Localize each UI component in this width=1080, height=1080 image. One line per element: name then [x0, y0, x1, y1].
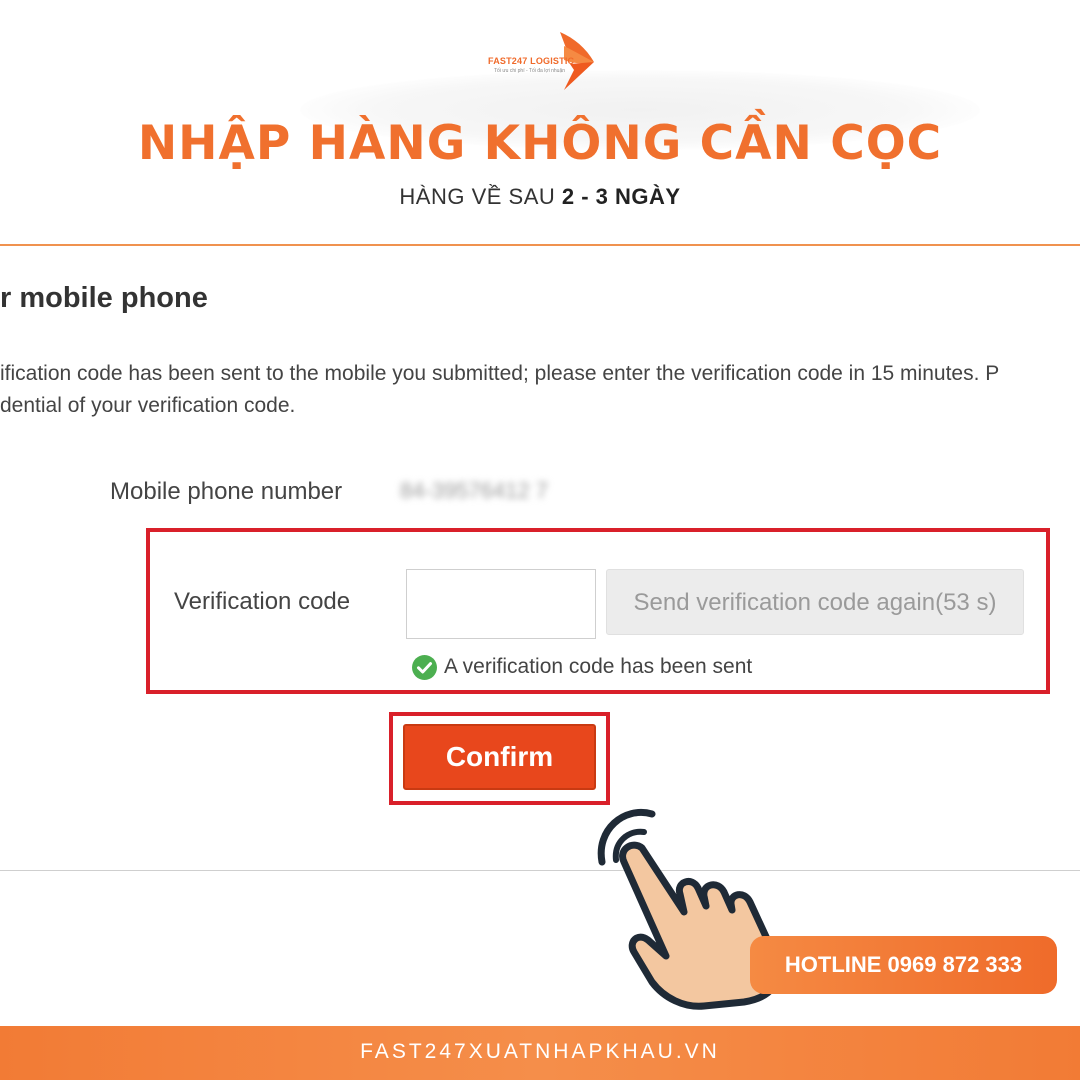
instruction-line-1: ification code has been sent to the mobi… [0, 362, 1000, 385]
confirm-highlight-box: Confirm [389, 712, 610, 805]
check-circle-icon [412, 654, 437, 680]
phone-number-value: 84-39576412 7 [400, 478, 549, 503]
verification-panel: r mobile phone ification code has been s… [0, 244, 1080, 1026]
header-banner: FAST247 LOGISTIC Tối ưu chi phí - Tối đa… [0, 0, 1080, 245]
instruction-line-2: dential of your verification code. [0, 394, 296, 417]
subline-prefix: HÀNG VỀ SAU [399, 184, 562, 209]
code-sent-text: A verification code has been sent [444, 655, 753, 678]
logo-text: FAST247 LOGISTIC [488, 56, 575, 66]
verification-code-label: Verification code [174, 588, 351, 615]
panel-divider [0, 870, 1080, 871]
hotline-badge[interactable]: HOTLINE 0969 872 333 [750, 936, 1057, 994]
resend-code-button[interactable]: Send verification code again(53 s) [606, 569, 1024, 635]
page-title: r mobile phone [0, 282, 208, 314]
confirm-button[interactable]: Confirm [403, 724, 596, 790]
phone-number-label: Mobile phone number [110, 478, 343, 505]
verification-code-input[interactable] [406, 569, 596, 639]
footer-bar: FAST247XUATNHAPKHAU.VN [0, 1026, 1080, 1080]
verification-highlight-box: Verification code Send verification code… [146, 528, 1050, 694]
logo-tagline: Tối ưu chi phí - Tối đa lợi nhuận [494, 68, 566, 74]
subline: HÀNG VỀ SAU 2 - 3 NGÀY [0, 184, 1080, 210]
instruction-text: ification code has been sent to the mobi… [0, 358, 999, 422]
subline-bold: 2 - 3 NGÀY [561, 184, 681, 209]
website-link[interactable]: FAST247XUATNHAPKHAU.VN [0, 1040, 1080, 1064]
brand-logo: FAST247 LOGISTIC Tối ưu chi phí - Tối đa… [488, 30, 598, 92]
headline: NHẬP HÀNG KHÔNG CẦN CỌC [137, 116, 943, 171]
code-sent-status: A verification code has been sent [412, 652, 752, 682]
